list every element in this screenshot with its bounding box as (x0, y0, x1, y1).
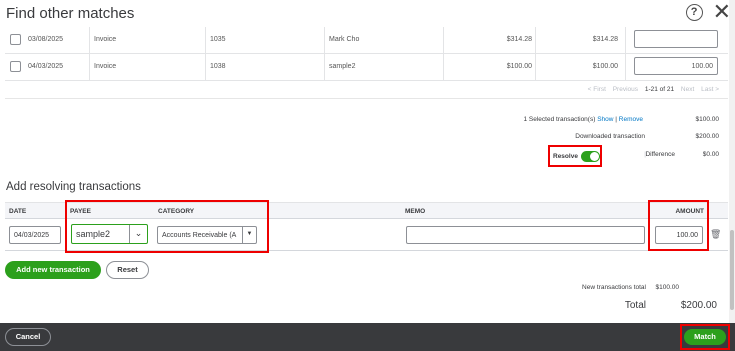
resolve-highlight: Resolve (548, 145, 602, 167)
scrollbar[interactable] (729, 0, 735, 323)
pager-first[interactable]: < First (588, 86, 606, 93)
trash-icon[interactable]: 🗑 (710, 229, 721, 240)
row-type: Invoice (94, 36, 117, 43)
dialog-title: Find other matches (6, 5, 135, 22)
downloaded-amount: $200.00 (695, 133, 720, 140)
row-type: Invoice (94, 63, 117, 70)
pager-next[interactable]: Next (681, 86, 694, 93)
row-date: 04/03/2025 (28, 63, 64, 70)
pager-last[interactable]: Last > (701, 86, 719, 93)
col-date: DATE (9, 208, 27, 215)
table-row[interactable]: 04/03/2025 Invoice 1038 sample2 $100.00 … (5, 54, 728, 81)
show-link[interactable]: Show (597, 116, 613, 123)
date-input[interactable]: 04/03/2025 (9, 226, 61, 244)
cancel-button[interactable]: Cancel (5, 328, 51, 346)
selected-amount: $100.00 (695, 116, 720, 123)
payee-category-highlight (65, 200, 269, 253)
row-open-balance: $100.00 (592, 63, 618, 70)
section-title: Add resolving transactions (6, 181, 141, 193)
scrollbar-thumb[interactable] (730, 230, 734, 310)
row-amount: $314.28 (506, 36, 532, 43)
downloaded-label: Downloaded transaction (575, 133, 645, 140)
footer: Cancel Match (0, 323, 735, 351)
memo-input[interactable] (406, 226, 645, 244)
match-highlight: Match (680, 324, 730, 350)
new-total-label: New transactions total (582, 284, 646, 291)
reset-button[interactable]: Reset (106, 261, 149, 279)
row-num: 1038 (210, 63, 226, 70)
total-amount: $200.00 (680, 300, 717, 311)
row-name: Mark Cho (329, 36, 360, 43)
resolve-label: Resolve (553, 152, 578, 160)
remove-link[interactable]: Remove (619, 116, 643, 123)
amount-highlight (648, 200, 709, 251)
row-num: 1035 (210, 36, 226, 43)
help-icon[interactable]: ? (685, 3, 703, 21)
payment-input[interactable] (634, 30, 718, 48)
difference-amount: $0.00 (702, 151, 719, 158)
add-new-transaction-button[interactable]: Add new transaction (5, 261, 101, 279)
pagination: < First Previous 1-21 of 21 Next Last > (583, 86, 719, 93)
row-open-balance: $314.28 (592, 36, 618, 43)
new-total-amount: $100.00 (655, 284, 680, 291)
resolve-toggle[interactable] (580, 150, 600, 162)
row-checkbox[interactable] (10, 34, 21, 45)
row-date: 03/08/2025 (28, 36, 64, 43)
payment-input[interactable]: 100.00 (634, 57, 718, 75)
selected-label: 1 Selected transaction(s) (523, 116, 596, 123)
selected-summary: 1 Selected transaction(s) Show | Remove (523, 116, 643, 123)
difference-label: Difference (645, 151, 675, 158)
row-name: sample2 (329, 63, 356, 70)
row-checkbox[interactable] (10, 61, 21, 72)
pager-previous[interactable]: Previous (613, 86, 638, 93)
table-row[interactable]: 03/08/2025 Invoice 1035 Mark Cho $314.28… (5, 27, 728, 54)
col-memo: MEMO (405, 208, 426, 215)
total-label: Total (624, 300, 646, 311)
match-button[interactable]: Match (684, 329, 726, 345)
pager-range: 1-21 of 21 (644, 86, 675, 93)
row-amount: $100.00 (506, 63, 532, 70)
